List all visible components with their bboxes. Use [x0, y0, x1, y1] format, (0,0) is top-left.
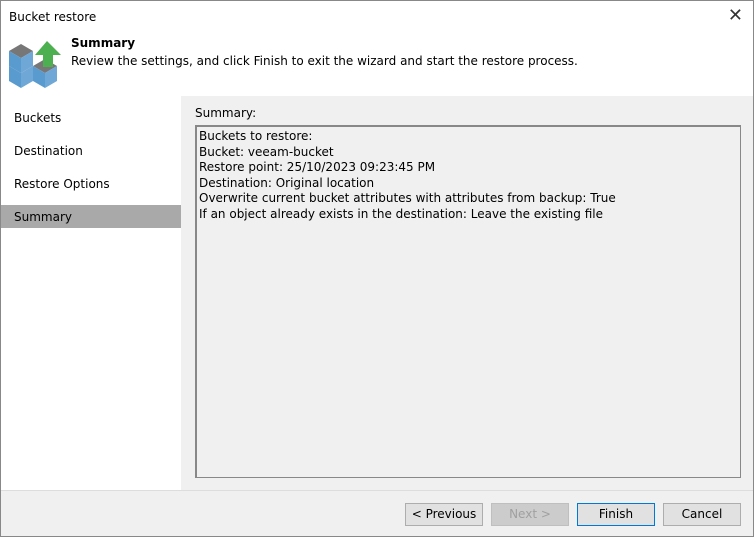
summary-label: Summary: [195, 106, 257, 120]
next-button[interactable]: Next > [491, 503, 569, 526]
page-title: Summary [71, 36, 136, 50]
title-bar: Bucket restore ✕ [1, 1, 753, 33]
summary-line: Overwrite current bucket attributes with… [199, 191, 616, 205]
page-description: Review the settings, and click Finish to… [71, 54, 578, 68]
bucket-restore-window: Bucket restore ✕ Summary Review the sett… [0, 0, 754, 537]
summary-line: Destination: Original location [199, 175, 375, 190]
step-buckets[interactable]: Buckets [1, 106, 181, 129]
wizard-header: Summary Review the settings, and click F… [1, 33, 753, 96]
step-summary[interactable]: Summary [1, 205, 181, 228]
step-restore-options[interactable]: Restore Options [1, 172, 181, 195]
previous-button[interactable]: < Previous [405, 503, 483, 526]
wizard-steps: Buckets Destination Restore Options Summ… [1, 96, 181, 490]
window-title: Bucket restore [9, 10, 97, 24]
summary-line: Bucket: veeam-bucket [199, 144, 334, 159]
summary-line: Buckets to restore: [199, 129, 313, 143]
cancel-button[interactable]: Cancel [663, 503, 741, 526]
summary-line: If an object already exists in the desti… [199, 206, 603, 221]
step-destination[interactable]: Destination [1, 139, 181, 162]
close-icon[interactable]: ✕ [728, 5, 743, 26]
summary-line: Restore point: 25/10/2023 09:23:45 PM [199, 160, 436, 174]
bucket-restore-icon [9, 41, 61, 88]
wizard-footer: < Previous Next > Finish Cancel [1, 490, 753, 537]
summary-textbox[interactable]: Buckets to restore: Bucket: veeam-bucket… [195, 125, 741, 478]
finish-button[interactable]: Finish [577, 503, 655, 526]
